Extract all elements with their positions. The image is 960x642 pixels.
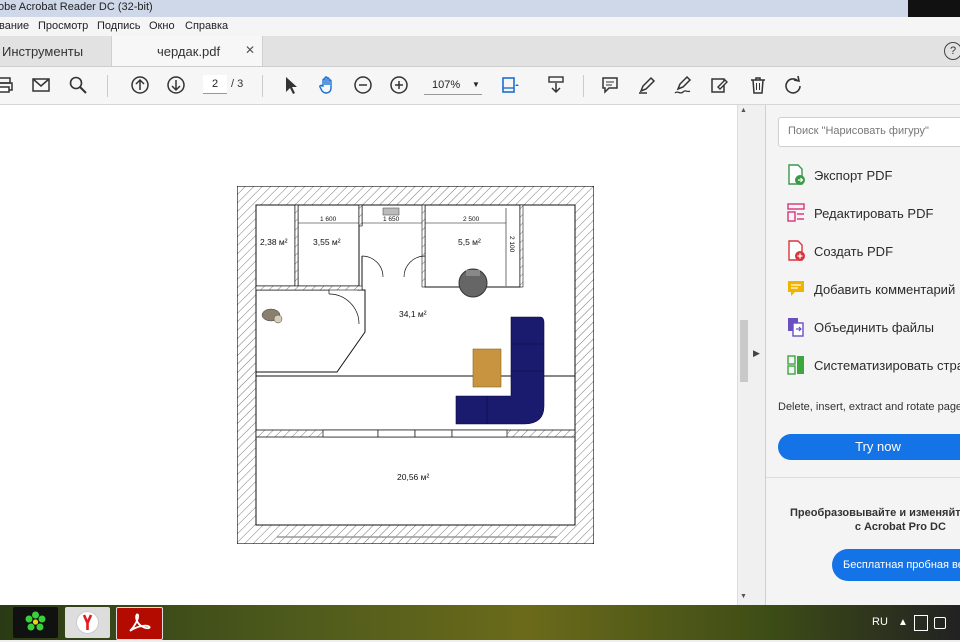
free-trial-button[interactable]: Бесплатная пробная верс xyxy=(832,549,960,581)
page-total: / 3 xyxy=(231,78,244,90)
zoom-in-icon[interactable] xyxy=(389,75,409,95)
promo-text: Преобразовывайте и изменяйте с Acrobat P… xyxy=(790,506,960,534)
panel-toggle[interactable]: ▶ xyxy=(750,105,766,605)
zoom-value: 107% xyxy=(432,79,461,91)
room-area-label: 2,38 м² xyxy=(260,237,288,247)
tool-label: Экспорт PDF xyxy=(814,168,893,183)
select-icon[interactable] xyxy=(281,75,301,95)
edit-pdf-icon xyxy=(787,203,805,222)
page-number-input[interactable]: 2 xyxy=(203,75,227,94)
tool-label: Систематизировать стра xyxy=(814,358,960,373)
zoom-out-icon[interactable] xyxy=(353,75,373,95)
combine-files-icon xyxy=(788,318,804,337)
window-controls[interactable] xyxy=(908,0,960,17)
export-pdf-icon xyxy=(788,164,805,185)
floor-plan: 1 600 1 650 2 500 2 100 2,38 м² 3,55 м² … xyxy=(237,186,594,544)
room-area-label: 20,56 м² xyxy=(397,472,429,482)
tools-pane: Поиск "Нарисовать фигуру" Экспорт PDF Ре… xyxy=(766,105,960,605)
organize-pages-icon xyxy=(787,355,804,375)
tool-search-input[interactable]: Поиск "Нарисовать фигуру" xyxy=(778,117,960,147)
tab-bar: Инструменты чердак.pdf ✕ ? xyxy=(0,36,960,67)
table-furniture xyxy=(472,348,502,388)
menu-help[interactable]: Справка xyxy=(185,20,228,32)
battery-icon[interactable] xyxy=(934,617,946,629)
dim-label: 1 600 xyxy=(320,216,337,223)
room-area-label: 34,1 м² xyxy=(399,309,427,319)
prev-page-icon[interactable] xyxy=(130,75,150,95)
delete-icon[interactable] xyxy=(748,75,768,95)
highlight-icon[interactable] xyxy=(637,75,657,95)
print-icon[interactable] xyxy=(0,75,14,95)
scroll-down-icon[interactable]: ▼ xyxy=(740,593,747,600)
dim-label: 2 100 xyxy=(508,236,515,253)
zoom-select[interactable]: 107% ▼ xyxy=(424,76,482,95)
taskbar-app-yandex[interactable] xyxy=(65,607,110,638)
comment-icon[interactable] xyxy=(600,75,620,95)
tool-label: Объединить файлы xyxy=(814,320,934,335)
tab-document[interactable]: чердак.pdf ✕ xyxy=(111,36,263,66)
hand-icon[interactable] xyxy=(317,75,337,95)
trial-label: Бесплатная пробная верс xyxy=(843,559,960,571)
help-icon[interactable]: ? xyxy=(944,42,960,60)
taskbar-app-acrobat[interactable] xyxy=(116,607,163,640)
tool-export-pdf[interactable]: Экспорт PDF xyxy=(786,164,960,188)
tray-expand-icon[interactable]: ▲ xyxy=(898,617,908,628)
promo-line-2: с Acrobat Pro DC xyxy=(854,521,946,533)
chevron-down-icon: ▼ xyxy=(472,80,480,89)
create-pdf-icon xyxy=(788,240,805,261)
tool-label: Добавить комментарий xyxy=(814,282,956,297)
room-area-label: 3,55 м² xyxy=(313,237,341,247)
tool-description: Delete, insert, extract and rotate pages xyxy=(778,401,960,413)
divider xyxy=(766,477,960,478)
chevron-right-icon[interactable]: ▶ xyxy=(753,348,760,359)
vertical-scrollbar[interactable]: ▲ ▼ xyxy=(737,105,751,605)
search-icon[interactable] xyxy=(68,75,88,95)
tab-tools[interactable]: Инструменты xyxy=(2,44,83,59)
yandex-icon xyxy=(76,611,99,634)
sign-icon[interactable] xyxy=(673,75,693,95)
scroll-up-icon[interactable]: ▲ xyxy=(740,107,747,114)
fit-page-icon[interactable] xyxy=(500,75,520,95)
rotate-icon[interactable] xyxy=(783,75,803,95)
comment-icon xyxy=(788,281,804,296)
title-bar: obe Acrobat Reader DC (32-bit) xyxy=(0,0,960,18)
network-icon[interactable] xyxy=(914,615,928,631)
tool-create-pdf[interactable]: Создать PDF xyxy=(786,240,960,264)
language-indicator[interactable]: RU xyxy=(872,616,888,628)
toolbar: 2 / 3 107% ▼ xyxy=(0,67,960,105)
icq-icon xyxy=(24,611,47,634)
dim-label: 2 500 xyxy=(463,216,480,223)
tool-edit-pdf[interactable]: Редактировать PDF xyxy=(786,202,960,226)
room-area-label: 5,5 м² xyxy=(458,237,481,247)
promo-line-1: Преобразовывайте и изменяйте xyxy=(790,507,960,519)
tool-organize-pages[interactable]: Систематизировать стра xyxy=(786,354,960,378)
menu-window[interactable]: Окно xyxy=(149,20,175,32)
dim-label: 1 650 xyxy=(383,216,400,223)
tool-add-comment[interactable]: Добавить комментарий xyxy=(786,278,960,302)
menu-file[interactable]: вание xyxy=(0,20,29,32)
window-title: obe Acrobat Reader DC (32-bit) xyxy=(0,1,153,13)
menu-bar: вание Просмотр Подпись Окно Справка xyxy=(0,17,960,36)
mail-icon[interactable] xyxy=(31,75,51,95)
edit-icon[interactable] xyxy=(709,75,729,95)
menu-view[interactable]: Просмотр xyxy=(38,20,88,32)
tool-label: Редактировать PDF xyxy=(814,206,934,221)
close-tab-icon[interactable]: ✕ xyxy=(245,43,255,57)
document-tab-label: чердак.pdf xyxy=(157,44,221,59)
scroll-thumb[interactable] xyxy=(740,320,748,382)
menu-sign[interactable]: Подпись xyxy=(97,20,141,32)
tool-combine-files[interactable]: Объединить файлы xyxy=(786,316,960,340)
tool-label: Создать PDF xyxy=(814,244,894,259)
try-now-button[interactable]: Try now xyxy=(778,434,960,460)
taskbar-app-icq[interactable] xyxy=(13,607,58,638)
search-placeholder: Поиск "Нарисовать фигуру" xyxy=(788,125,929,137)
next-page-icon[interactable] xyxy=(166,75,186,95)
acrobat-icon xyxy=(129,613,151,632)
taskbar: RU ▲ xyxy=(0,605,960,640)
scroll-mode-icon[interactable] xyxy=(546,75,566,95)
